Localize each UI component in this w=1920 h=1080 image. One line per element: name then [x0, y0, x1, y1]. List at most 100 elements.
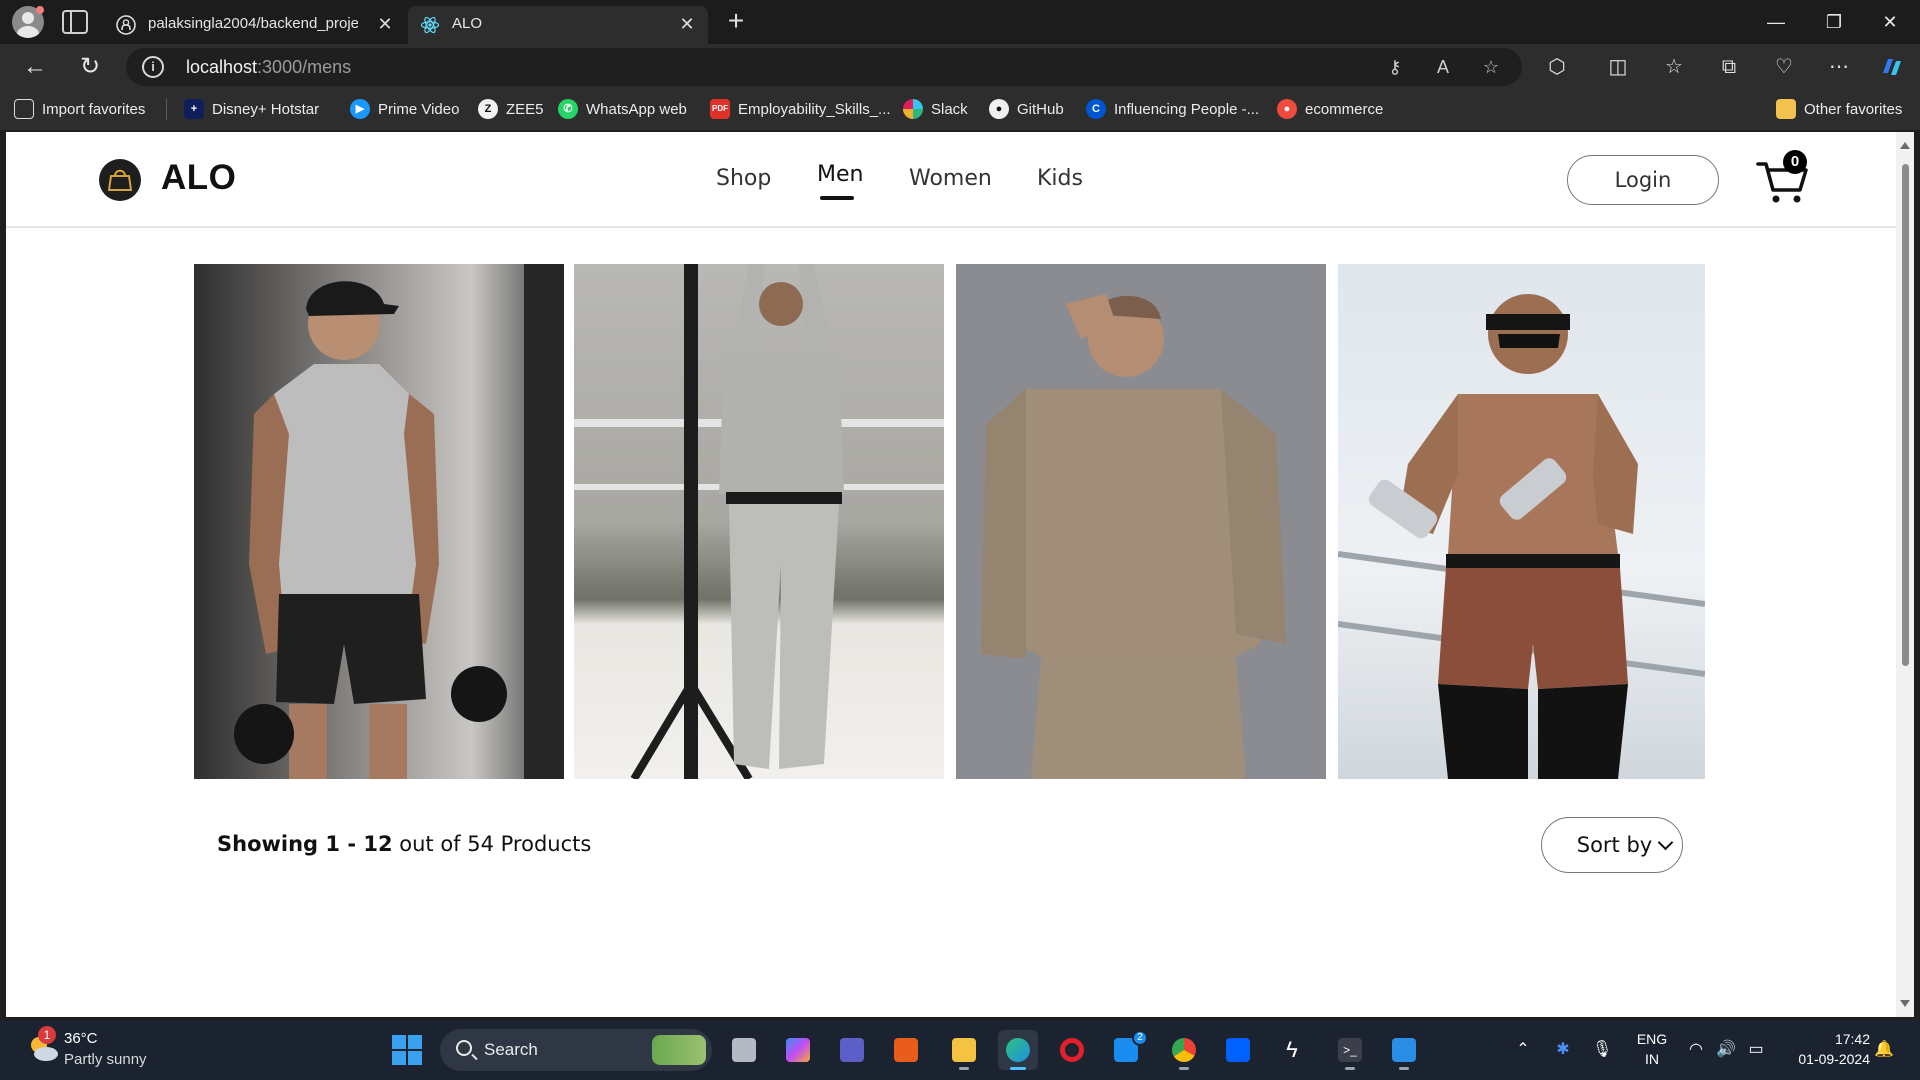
chevron-up-icon[interactable]: ⌃: [1513, 1040, 1533, 1060]
windows-start-icon[interactable]: [392, 1035, 422, 1065]
product-photo: [194, 264, 564, 779]
copilot-app-icon[interactable]: [778, 1030, 818, 1070]
whatsapp-icon: ✆: [558, 99, 578, 119]
language-line1[interactable]: ENG: [1634, 1031, 1670, 1047]
fav-label: GitHub: [1017, 100, 1064, 118]
fav-label: WhatsApp web: [586, 100, 687, 118]
page-viewport: ALO Shop Men Women Kids Login 0 Showing …: [6, 132, 1896, 1017]
clock-time[interactable]: 17:42: [1780, 1031, 1870, 1047]
address-bar[interactable]: i localhost:3000/mens ⚷ A ☆: [126, 48, 1522, 86]
mail-badge: 2: [1132, 1030, 1148, 1046]
address-url[interactable]: localhost:3000/mens: [186, 57, 351, 78]
dropbox-icon[interactable]: [1218, 1030, 1258, 1070]
nav-kids[interactable]: Kids: [1037, 166, 1083, 191]
favorites-separator: [166, 98, 167, 120]
key-icon[interactable]: ⚷: [1383, 55, 1407, 79]
fav-import-favorites[interactable]: Import favorites: [14, 98, 145, 120]
opera-icon[interactable]: [1052, 1030, 1092, 1070]
fav-ecommerce[interactable]: ● ecommerce: [1277, 98, 1383, 120]
language-line2[interactable]: IN: [1634, 1051, 1670, 1067]
fav-label: ecommerce: [1305, 100, 1384, 118]
tab-close-icon[interactable]: ✕: [676, 13, 698, 35]
notification-bell-icon[interactable]: 🔔: [1874, 1040, 1894, 1060]
nav-men[interactable]: Men: [817, 162, 863, 187]
product-photo: [1338, 264, 1705, 779]
tab-title: ALO: [452, 15, 483, 32]
page-scrollbar[interactable]: [1896, 132, 1914, 1017]
bolt-app-icon[interactable]: ϟ: [1272, 1030, 1312, 1070]
nav-shop[interactable]: Shop: [716, 166, 771, 191]
brand-name[interactable]: ALO: [161, 158, 236, 198]
chrome-icon[interactable]: [1164, 1030, 1204, 1070]
scrollbar-thumb[interactable]: [1902, 164, 1909, 666]
battery-icon[interactable]: ▭: [1746, 1040, 1766, 1060]
active-nav-underline: [820, 196, 854, 200]
scroll-down-arrow-icon[interactable]: [1900, 1000, 1910, 1007]
cq-app-icon[interactable]: [886, 1030, 926, 1070]
fav-prime-video[interactable]: ▶ Prime Video: [350, 98, 459, 120]
fav-employability-skills[interactable]: PDF Employability_Skills_...: [710, 98, 891, 120]
product-grid: [194, 264, 1710, 779]
fav-label: Import favorites: [42, 100, 146, 118]
bluetooth-icon[interactable]: ✱: [1553, 1040, 1573, 1060]
fav-label: Other favorites: [1804, 100, 1903, 118]
login-button[interactable]: Login: [1567, 155, 1719, 205]
collections-icon[interactable]: ⧉: [1715, 53, 1743, 81]
weather-description[interactable]: Partly sunny: [64, 1051, 147, 1068]
ecommerce-icon: ●: [1277, 99, 1297, 119]
results-count: Showing 1 - 12 out of 54 Products: [217, 832, 591, 856]
sort-label: Sort by: [1576, 832, 1653, 857]
fav-disney-hotstar[interactable]: + Disney+ Hotstar: [184, 98, 319, 120]
more-options-icon[interactable]: ⋯: [1825, 53, 1853, 81]
site-info-icon[interactable]: i: [142, 56, 164, 78]
fav-zee5[interactable]: Z ZEE5: [478, 98, 544, 120]
product-image-2[interactable]: [574, 264, 944, 779]
sort-by-button[interactable]: Sort by: [1541, 817, 1683, 873]
scroll-up-arrow-icon[interactable]: [1900, 142, 1910, 149]
weather-temperature[interactable]: 36°C: [64, 1030, 98, 1047]
logo-bag-icon[interactable]: [99, 159, 141, 201]
volume-icon[interactable]: 🔊: [1716, 1040, 1736, 1060]
new-tab-plus-icon[interactable]: +: [722, 7, 750, 36]
restore-icon[interactable]: ❐: [1814, 8, 1854, 36]
wifi-icon[interactable]: ◠: [1686, 1040, 1706, 1060]
file-explorer-icon[interactable]: [944, 1030, 984, 1070]
vscode-icon[interactable]: [1384, 1030, 1424, 1070]
clock-date[interactable]: 01-09-2024: [1780, 1051, 1870, 1067]
site-header: ALO Shop Men Women Kids Login 0: [6, 132, 1896, 228]
fav-github[interactable]: ● GitHub: [989, 98, 1064, 120]
fav-slack[interactable]: Slack: [903, 98, 968, 120]
split-screen-icon[interactable]: ◫: [1604, 53, 1632, 81]
product-image-4[interactable]: [1338, 264, 1705, 779]
nav-women[interactable]: Women: [909, 166, 992, 191]
mail-icon[interactable]: 2: [1106, 1030, 1148, 1070]
edge-browser-icon[interactable]: [998, 1030, 1038, 1070]
back-arrow-icon[interactable]: ←: [20, 52, 50, 82]
tab-github[interactable]: palaksingla2004/backend_project ✕: [104, 6, 406, 44]
favorites-list-icon[interactable]: ☆: [1660, 53, 1688, 81]
copilot-icon[interactable]: [1878, 53, 1906, 81]
product-image-3[interactable]: [956, 264, 1326, 779]
hotstar-icon: +: [184, 99, 204, 119]
product-image-1[interactable]: [194, 264, 564, 779]
read-aloud-icon[interactable]: A: [1431, 55, 1455, 79]
extensions-icon[interactable]: ⬡: [1543, 53, 1571, 81]
favorite-star-icon[interactable]: ☆: [1479, 55, 1503, 79]
browser-essentials-icon[interactable]: ♡: [1770, 53, 1798, 81]
microphone-icon[interactable]: 🎙: [1592, 1040, 1612, 1060]
minimize-icon[interactable]: —: [1756, 8, 1796, 36]
terminal-icon[interactable]: >_: [1330, 1030, 1370, 1070]
tab-alo[interactable]: ALO ✕: [408, 6, 708, 44]
slack-icon: [903, 99, 923, 119]
fav-other-favorites[interactable]: Other favorites: [1776, 98, 1902, 120]
fav-influencing-people[interactable]: C Influencing People -...: [1086, 98, 1259, 120]
reload-icon[interactable]: ↻: [75, 52, 105, 82]
tab-close-icon[interactable]: ✕: [374, 13, 396, 35]
fav-whatsapp-web[interactable]: ✆ WhatsApp web: [558, 98, 687, 120]
browser-title-bar: palaksingla2004/backend_project ✕ ALO ✕ …: [0, 0, 1920, 44]
close-window-icon[interactable]: ✕: [1870, 8, 1910, 36]
teams-icon[interactable]: [832, 1030, 872, 1070]
task-view-icon[interactable]: [724, 1030, 764, 1070]
tab-actions-icon[interactable]: [62, 10, 88, 34]
taskbar-search[interactable]: Search: [440, 1029, 712, 1071]
